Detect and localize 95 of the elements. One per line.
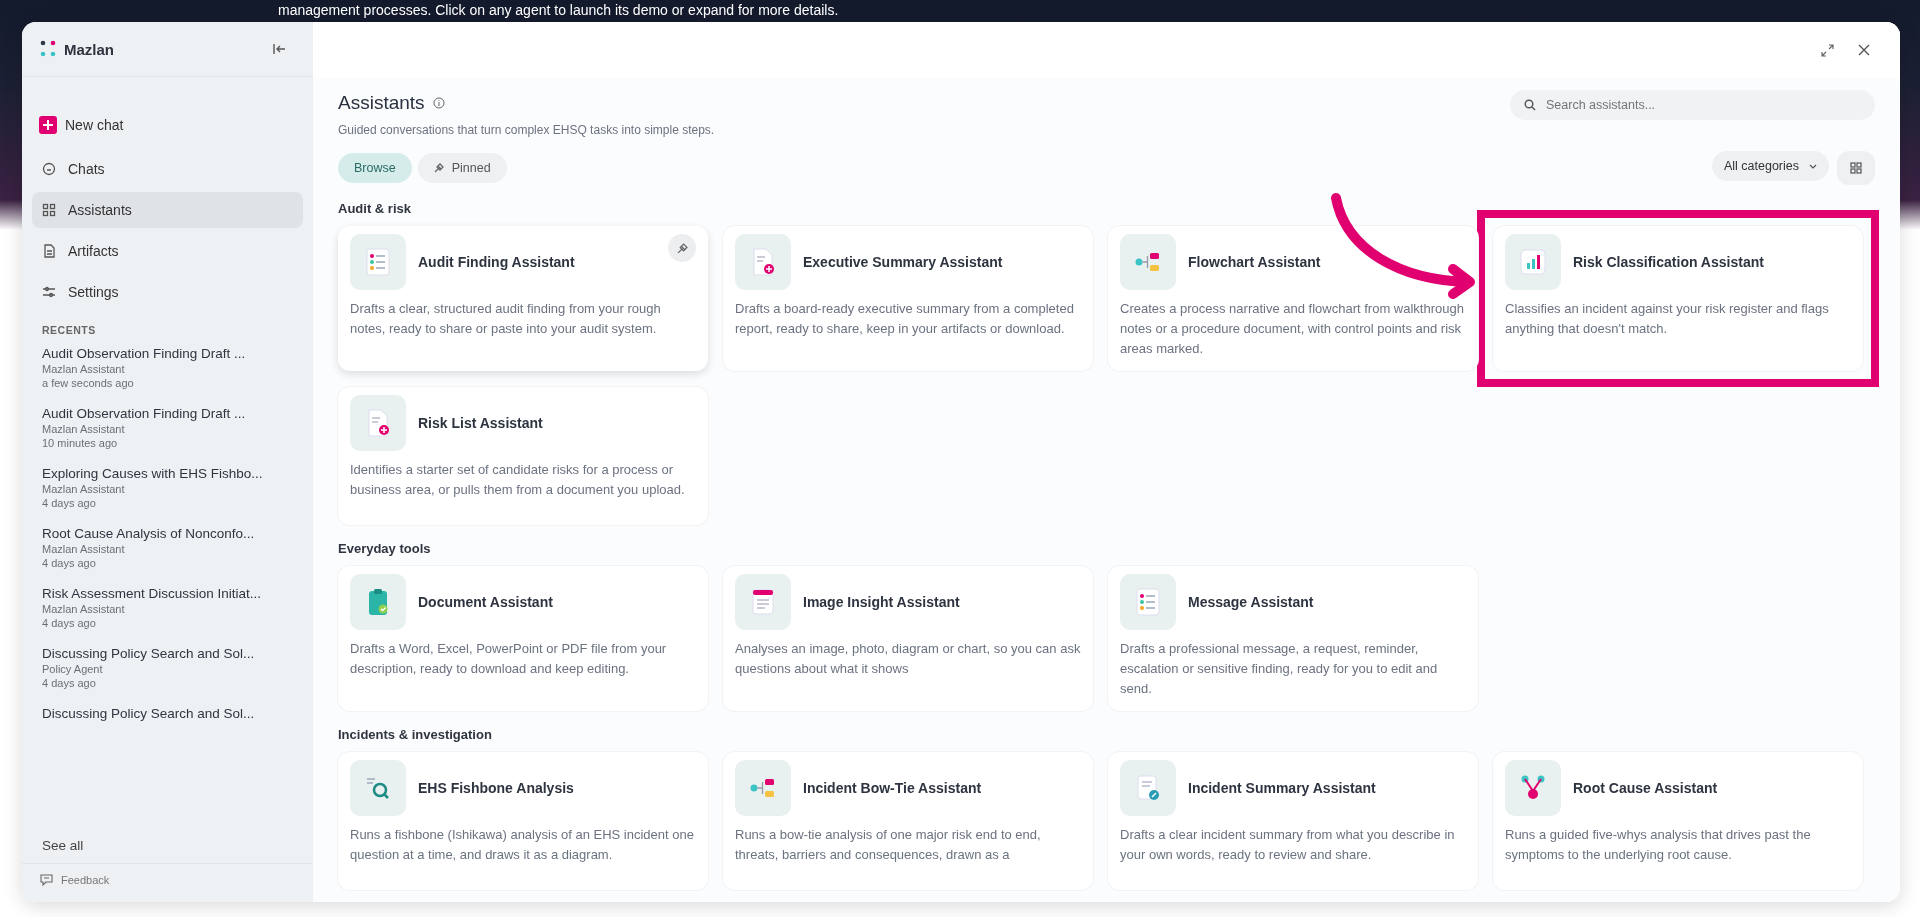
section-heading: Everyday tools [338, 541, 432, 556]
caret-icon [1809, 163, 1817, 169]
assistant-card[interactable]: Document Assistant Drafts a Word, Excel, PowerPoint or PDF file from your description, ready to download and keep editing. [338, 566, 708, 711]
card-title: Root Cause Assistant [1573, 780, 1718, 796]
recent-chat-title[interactable]: Risk Assessment Discussion Initiat... [42, 586, 293, 601]
assistant-card[interactable]: Flowchart Assistant Creates a process narrative and flowchart from walkthrough notes or a procedure document, with control points and risk areas marked. [1108, 226, 1478, 371]
page-subtitle: Guided conversations that turn complex EHSQ tasks into simple steps. [338, 123, 715, 137]
card-title: Incident Bow-Tie Assistant [803, 780, 982, 796]
card-title: Incident Summary Assistant [1188, 780, 1376, 796]
card-description: Runs a guided five-whys analysis that drives past the symptoms to the underlying root cause. [1505, 826, 1812, 864]
section-heading: Audit & risk [338, 201, 412, 216]
timestamp: 4 days ago [42, 497, 97, 509]
timestamp: 4 days ago [42, 557, 97, 569]
card-title: Executive Summary Assistant [803, 254, 1003, 270]
card-title: Document Assistant [418, 594, 553, 610]
card-description: Drafts a clear, structured audit finding from your rough notes, ready to share or paste into your audit system. [350, 300, 662, 338]
nav-item[interactable]: Settings [32, 274, 303, 310]
assistant-card[interactable]: Risk Classification Assistant Classifies an incident against your risk register and flags anything that doesn't match. [1493, 226, 1863, 371]
grid-icon [42, 203, 56, 217]
checklist-icon [363, 247, 393, 277]
card-description: Classifies an incident against your risk register and flags anything that doesn't match. [1505, 300, 1830, 338]
card-description: Creates a process narrative and flowchart from walkthrough notes or a procedure document, with control points and risk areas marked. [1120, 300, 1465, 358]
assistant-card[interactable]: Risk List Assistant Identifies a starter set of candidate risks for a process or business area, or pulls them from a document you upload. [338, 387, 708, 525]
card-description: Analyses an image, photo, diagram or chart, so you can ask questions about what it shows [735, 640, 1081, 678]
nav-item[interactable]: Artifacts [32, 233, 303, 269]
agent-name: Policy Agent [42, 663, 104, 675]
agent-name: Mazlan Assistant [42, 603, 126, 615]
recent-chat-title[interactable]: Discussing Policy Search and Sol... [42, 706, 293, 721]
assistant-card[interactable]: Root Cause Assistant Runs a guided five-whys analysis that drives past the symptoms to the underlying root cause. [1493, 752, 1863, 890]
bar-chart-icon [1518, 247, 1548, 277]
logo-icon [40, 40, 56, 58]
card-description: Runs a fishbone (Ishikawa) analysis of an EHS incident one question at a time, and draws it as a diagram. [350, 826, 695, 864]
assistant-card[interactable]: Audit Finding Assistant Drafts a clear, structured audit finding from your rough notes, ready to share or paste into your audit system. [338, 226, 708, 371]
card-title: Audit Finding Assistant [418, 254, 575, 270]
collapse-sidebar-icon[interactable] [273, 43, 287, 55]
chat-bubble-icon [42, 162, 56, 176]
section-heading: Incidents & investigation [338, 727, 493, 742]
grid-view-button[interactable] [1837, 151, 1875, 185]
banner-text: management processes. Click on any agent to launch its demo or expand for more details. [278, 2, 839, 18]
nav-item[interactable]: Chats [32, 151, 303, 187]
timestamp: 4 days ago [42, 617, 97, 629]
sliders-icon [42, 285, 56, 299]
card-description: Identifies a starter set of candidate risks for a process or business area, or pulls them from a document you upload. [350, 461, 686, 499]
card-description: Drafts a Word, Excel, PowerPoint or PDF file from your description, ready to download and keep editing. [350, 640, 668, 678]
see-all-link[interactable]: See all [32, 834, 303, 863]
search-icon [1524, 99, 1536, 111]
assistant-card[interactable]: Executive Summary Assistant Drafts a board-ready executive summary from a completed report, ready to share, keep in your artifacts or download. [723, 226, 1093, 371]
card-description: Drafts a clear incident summary from what you describe in your own words, ready to review and share. [1120, 826, 1456, 864]
assistant-card[interactable]: Incident Bow-Tie Assistant Runs a bow-tie analysis of one major risk end to end, threats, barriers and consequences, drawn as a [723, 752, 1093, 890]
agent-name: Mazlan Assistant [42, 483, 126, 495]
search-field[interactable]: Search assistants... [1510, 90, 1875, 120]
timestamp: 4 days ago [42, 677, 97, 689]
recent-chat-title[interactable]: Discussing Policy Search and Sol... [42, 646, 293, 661]
card-description: Runs a bow-tie analysis of one major risk end to end, threats, barriers and consequences, drawn as a [735, 826, 1042, 864]
card-title: Image Insight Assistant [803, 594, 960, 610]
nav-item[interactable]: Assistants [32, 192, 303, 228]
plus-icon [39, 116, 57, 134]
timestamp: a few seconds ago [42, 377, 135, 389]
assistant-card[interactable]: Message Assistant Drafts a professional message, a request, reminder, escalation or sensitive finding, ready for you to edit and send. [1108, 566, 1478, 711]
card-title: Flowchart Assistant [1188, 254, 1321, 270]
filter-tab[interactable]: Pinned [417, 153, 507, 183]
info-icon[interactable] [432, 97, 445, 109]
pin-icon [433, 163, 444, 173]
assistant-card[interactable]: Incident Summary Assistant Drafts a clear incident summary from what you describe in your own words, ready to review and share. [1108, 752, 1478, 890]
assistant-card[interactable]: EHS Fishbone Analysis Runs a fishbone (Ishikawa) analysis of an EHS incident one question at a time, and draws it as a diagram. [338, 752, 708, 890]
card-title: Risk Classification Assistant [1573, 254, 1764, 270]
agent-name: Mazlan Assistant [42, 363, 126, 375]
pin-button[interactable] [668, 234, 696, 262]
assistant-card[interactable]: Image Insight Assistant Analyses an image, photo, diagram or chart, so you can ask questions about what it shows [723, 566, 1093, 711]
recent-chat-title[interactable]: Exploring Causes with EHS Fishbo... [42, 466, 293, 481]
new-chat-button[interactable]: New chat [32, 109, 303, 141]
card-title: EHS Fishbone Analysis [418, 780, 574, 796]
card-description: Drafts a board-ready executive summary from a completed report, ready to share, keep in your artifacts or download. [735, 300, 1075, 338]
recent-chat-title[interactable]: Root Cause Analysis of Nonconfo... [42, 526, 293, 541]
recent-chat-title[interactable]: Audit Observation Finding Draft ... [42, 346, 293, 361]
feedback-button[interactable]: Feedback [40, 874, 110, 886]
card-description: Drafts a professional message, a request, reminder, escalation or sensitive finding, ready for you to edit and send. [1120, 640, 1439, 698]
category-dropdown[interactable]: All categories [1711, 151, 1829, 181]
timestamp: 10 minutes ago [42, 437, 119, 449]
filter-tab[interactable]: Browse [338, 153, 412, 183]
page-title: Assistants [338, 92, 425, 114]
agent-name: Mazlan Assistant [42, 543, 126, 555]
expand-icon[interactable] [1821, 43, 1834, 57]
card-title: Risk List Assistant [418, 415, 543, 431]
feedback-icon [40, 874, 53, 886]
card-title: Message Assistant [1188, 594, 1314, 610]
recent-chat-title[interactable]: Audit Observation Finding Draft ... [42, 406, 293, 421]
agent-name: Mazlan Assistant [42, 423, 126, 435]
document-icon [42, 244, 56, 258]
brand-name: Mazlan [64, 40, 114, 58]
pin-icon [676, 242, 688, 254]
checklist-icon [1133, 587, 1163, 617]
grid-icon [1850, 162, 1862, 174]
close-icon[interactable] [1858, 44, 1870, 56]
section-heading: RECENTS [41, 323, 97, 338]
